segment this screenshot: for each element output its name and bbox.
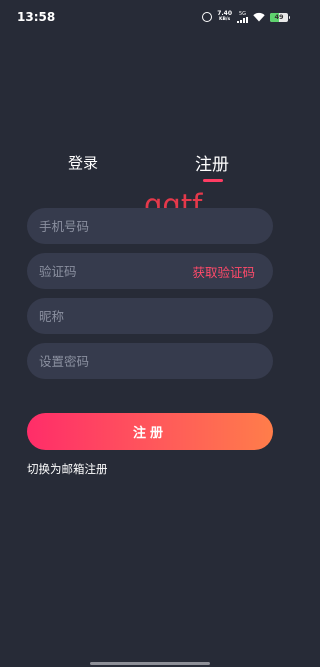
cellular-signal-icon: 5G (237, 11, 248, 23)
home-indicator[interactable] (90, 662, 210, 665)
password-field[interactable] (27, 343, 273, 379)
battery-level: 49 (274, 13, 284, 21)
status-icons: 7.40 KB/s 5G 49 (202, 11, 290, 23)
status-bar: 13:58 7.40 KB/s 5G 49 (0, 0, 300, 34)
active-tab-indicator (203, 179, 223, 182)
network-speed: 7.40 KB/s (217, 11, 232, 23)
verification-code-field[interactable]: 获取验证码 (27, 253, 273, 289)
alarm-icon (202, 12, 213, 22)
verification-code-input[interactable] (39, 263, 193, 279)
tab-login[interactable]: 登录 (68, 152, 98, 173)
password-input[interactable] (39, 353, 261, 369)
switch-to-email-register-link[interactable]: 切换为邮箱注册 (27, 461, 108, 477)
nickname-input[interactable] (39, 308, 261, 324)
register-button[interactable]: 注册 (27, 413, 273, 450)
tab-register[interactable]: 注册 (195, 150, 229, 175)
get-code-button[interactable]: 获取验证码 (192, 262, 255, 281)
battery-icon: 49 (270, 12, 290, 22)
wifi-icon (253, 12, 265, 22)
status-time: 13:58 (17, 10, 56, 24)
net-speed-unit: KB/s (218, 17, 231, 22)
phone-field[interactable] (27, 208, 273, 244)
nickname-field[interactable] (27, 298, 273, 334)
phone-input[interactable] (39, 218, 261, 234)
